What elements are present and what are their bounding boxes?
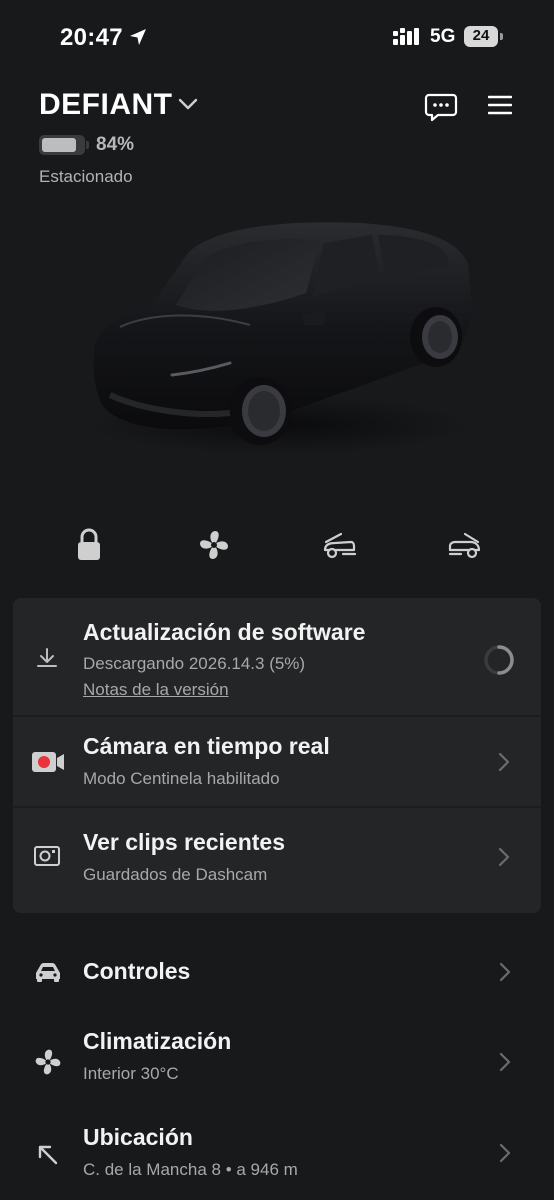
recent-clips-subtitle: Guardados de Dashcam	[83, 865, 268, 884]
live-camera-subtitle: Modo Centinela habilitado	[83, 769, 280, 788]
chevron-right-icon	[498, 847, 510, 867]
frunk-button[interactable]	[314, 520, 364, 570]
fan-icon	[35, 1049, 61, 1075]
vehicle-battery-fill	[42, 138, 76, 152]
status-time: 20:47	[60, 24, 123, 51]
vehicle-battery-icon	[39, 135, 89, 155]
vehicle-image[interactable]	[80, 205, 480, 465]
software-update-row[interactable]: Actualización de software Descargando 20…	[13, 598, 541, 715]
cellular-signal-icon	[393, 28, 419, 45]
climate-title: Climatización	[83, 1028, 232, 1054]
climate-button[interactable]	[189, 520, 239, 570]
vehicle-name[interactable]: DEFIANT	[39, 88, 173, 122]
network-type: 5G	[430, 26, 456, 47]
location-row[interactable]: Ubicación C. de la Mancha 8 • a 946 m	[0, 1114, 554, 1194]
arrow-up-left-icon	[38, 1145, 58, 1165]
menu-icon[interactable]	[488, 94, 512, 116]
chevron-right-icon	[498, 752, 510, 772]
chevron-right-icon	[499, 1052, 511, 1072]
chevron-right-icon	[499, 1143, 511, 1163]
dashcam-icon	[34, 846, 60, 866]
lock-button[interactable]	[64, 520, 114, 570]
frunk-icon	[323, 532, 357, 559]
lock-icon	[78, 528, 100, 560]
live-camera-row[interactable]: Cámara en tiempo real Modo Centinela hab…	[13, 717, 541, 806]
status-battery-icon: 24	[464, 26, 504, 47]
climate-row[interactable]: Climatización Interior 30°C	[0, 1018, 554, 1098]
trunk-icon	[448, 532, 481, 559]
controls-title: Controles	[83, 958, 191, 984]
chevron-right-icon	[499, 962, 511, 982]
chevron-down-icon[interactable]	[177, 96, 199, 112]
recent-clips-title: Ver clips recientes	[83, 829, 286, 855]
location-arrow-icon	[130, 29, 146, 45]
vehicle-status-card: Actualización de software Descargando 20…	[13, 598, 541, 913]
parked-status: Estacionado	[39, 167, 133, 186]
download-icon	[37, 648, 57, 667]
controls-row[interactable]: Controles	[0, 940, 554, 1006]
software-update-title: Actualización de software	[83, 619, 366, 645]
car-icon	[36, 963, 60, 982]
loading-spinner-icon	[484, 645, 514, 675]
climate-subtitle: Interior 30°C	[83, 1064, 179, 1083]
status-battery-level: 24	[472, 27, 490, 44]
location-subtitle: C. de la Mancha 8 • a 946 m	[83, 1160, 298, 1179]
live-camera-title: Cámara en tiempo real	[83, 733, 330, 759]
message-icon[interactable]	[424, 92, 458, 122]
software-update-subtitle: Descargando 2026.14.3 (5%)	[83, 654, 306, 673]
release-notes-link[interactable]: Notas de la versión	[83, 680, 229, 700]
location-title: Ubicación	[83, 1124, 193, 1150]
recent-clips-row[interactable]: Ver clips recientes Guardados de Dashcam	[13, 808, 541, 913]
battery-percent: 84%	[96, 134, 135, 155]
quick-actions	[0, 520, 554, 570]
status-bar: 20:47 5G 24	[0, 0, 554, 76]
trunk-button[interactable]	[440, 520, 490, 570]
fan-icon	[200, 531, 228, 559]
camera-record-icon	[32, 752, 64, 772]
